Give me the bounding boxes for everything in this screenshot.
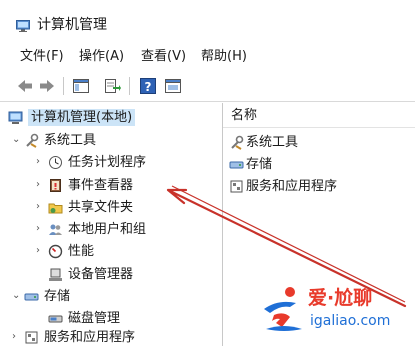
menu-file[interactable]: 文件(F) [20, 49, 64, 65]
menu-action[interactable]: 操作(A) [79, 49, 124, 65]
shared-folder-icon [48, 203, 63, 214]
tree-item-label: 事件查看器 [68, 178, 134, 193]
event-viewer-icon [50, 179, 61, 192]
chevron-right-icon[interactable]: › [36, 178, 46, 192]
chevron-right-icon[interactable]: › [12, 330, 22, 344]
disk-management-icon [48, 315, 63, 323]
toolbar-separator [63, 77, 64, 95]
chevron-right-icon[interactable]: › [36, 222, 46, 236]
system-tools-icon [26, 133, 39, 148]
window-title: 计算机管理 [37, 17, 107, 33]
toolbar-separator [129, 77, 130, 95]
svg-text:?: ? [145, 80, 152, 94]
tree-item-disk-management[interactable]: 磁盘管理 [48, 310, 218, 328]
tree-item-system-tools[interactable]: ⌄ 系统工具 [12, 132, 212, 150]
menu-bar: 文件(F) 操作(A) 查看(V) 帮助(H) [0, 46, 415, 68]
chevron-right-icon[interactable]: › [36, 244, 46, 258]
services-icon [25, 331, 38, 344]
chevron-right-icon[interactable]: › [36, 155, 46, 169]
watermark-url: igaliao.com [310, 313, 391, 329]
watermark-title: 爱·尬聊 [308, 287, 373, 309]
watermark-logo [264, 287, 302, 331]
list-item[interactable]: 系统工具 [229, 134, 409, 152]
tree-item-shared-folders[interactable]: › 共享文件夹 [36, 199, 216, 217]
tree-item-task-scheduler[interactable]: › 任务计划程序 [36, 154, 216, 172]
list-item[interactable]: 存储 [229, 156, 409, 174]
help-icon[interactable]: ? [139, 77, 157, 95]
storage-icon [229, 161, 244, 169]
show-tree-icon[interactable] [72, 77, 90, 95]
tree-item-services-applications[interactable]: › 服务和应用程序 [12, 329, 212, 346]
tree-item-storage[interactable]: ⌄ 存储 [12, 288, 212, 306]
tree-item-device-manager[interactable]: 设备管理器 [48, 266, 218, 284]
forward-icon[interactable] [38, 77, 56, 95]
chevron-right-icon[interactable]: › [36, 200, 46, 214]
back-icon[interactable] [16, 77, 34, 95]
tree-item-label: 磁盘管理 [68, 311, 121, 326]
menu-view[interactable]: 查看(V) [141, 49, 186, 65]
chevron-down-icon[interactable]: ⌄ [12, 133, 22, 147]
services-icon [230, 180, 243, 193]
tree-item-label: 性能 [68, 244, 95, 259]
properties-icon[interactable] [164, 77, 182, 95]
users-icon [49, 224, 62, 235]
navigation-tree: 计算机管理(本地) ⌄ 系统工具 › 任务计划程序 › 事件查看器 › 共享文件… [0, 103, 222, 346]
computer-management-icon [16, 20, 30, 32]
export-icon[interactable] [103, 77, 121, 95]
title-bar: 计算机管理 [0, 0, 415, 40]
header-divider [223, 127, 415, 128]
tree-item-label: 共享文件夹 [68, 200, 134, 215]
storage-icon [24, 293, 39, 301]
tree-item-label: 计算机管理(本地) [28, 109, 136, 126]
menu-help[interactable]: 帮助(H) [201, 49, 247, 65]
tree-item-performance[interactable]: › 性能 [36, 243, 216, 261]
computer-management-icon [8, 111, 23, 124]
tree-item-event-viewer[interactable]: › 事件查看器 [36, 177, 216, 195]
system-tools-icon [231, 135, 244, 150]
tree-item-label: 存储 [44, 289, 71, 304]
tree-item-label: 本地用户和组 [68, 222, 147, 237]
watermark: 爱·尬聊 igaliao.com [260, 283, 412, 343]
toolbar: ? [0, 72, 415, 102]
tree-item-label: 系统工具 [44, 133, 97, 148]
performance-icon [48, 244, 63, 259]
tree-item-label: 设备管理器 [68, 267, 134, 282]
list-item[interactable]: 服务和应用程序 [229, 178, 409, 196]
list-item-label: 存储 [246, 157, 273, 172]
tree-item-label: 任务计划程序 [68, 155, 147, 170]
tree-item-local-users-groups[interactable]: › 本地用户和组 [36, 221, 216, 239]
tree-item-computer-management[interactable]: 计算机管理(本地) [6, 109, 216, 127]
list-item-label: 服务和应用程序 [246, 179, 338, 194]
chevron-down-icon[interactable]: ⌄ [12, 289, 22, 303]
column-header-name[interactable]: 名称 [231, 107, 257, 124]
clock-icon [49, 156, 62, 169]
list-item-label: 系统工具 [246, 135, 299, 150]
device-manager-icon [49, 268, 62, 281]
tree-item-label: 服务和应用程序 [44, 330, 136, 345]
